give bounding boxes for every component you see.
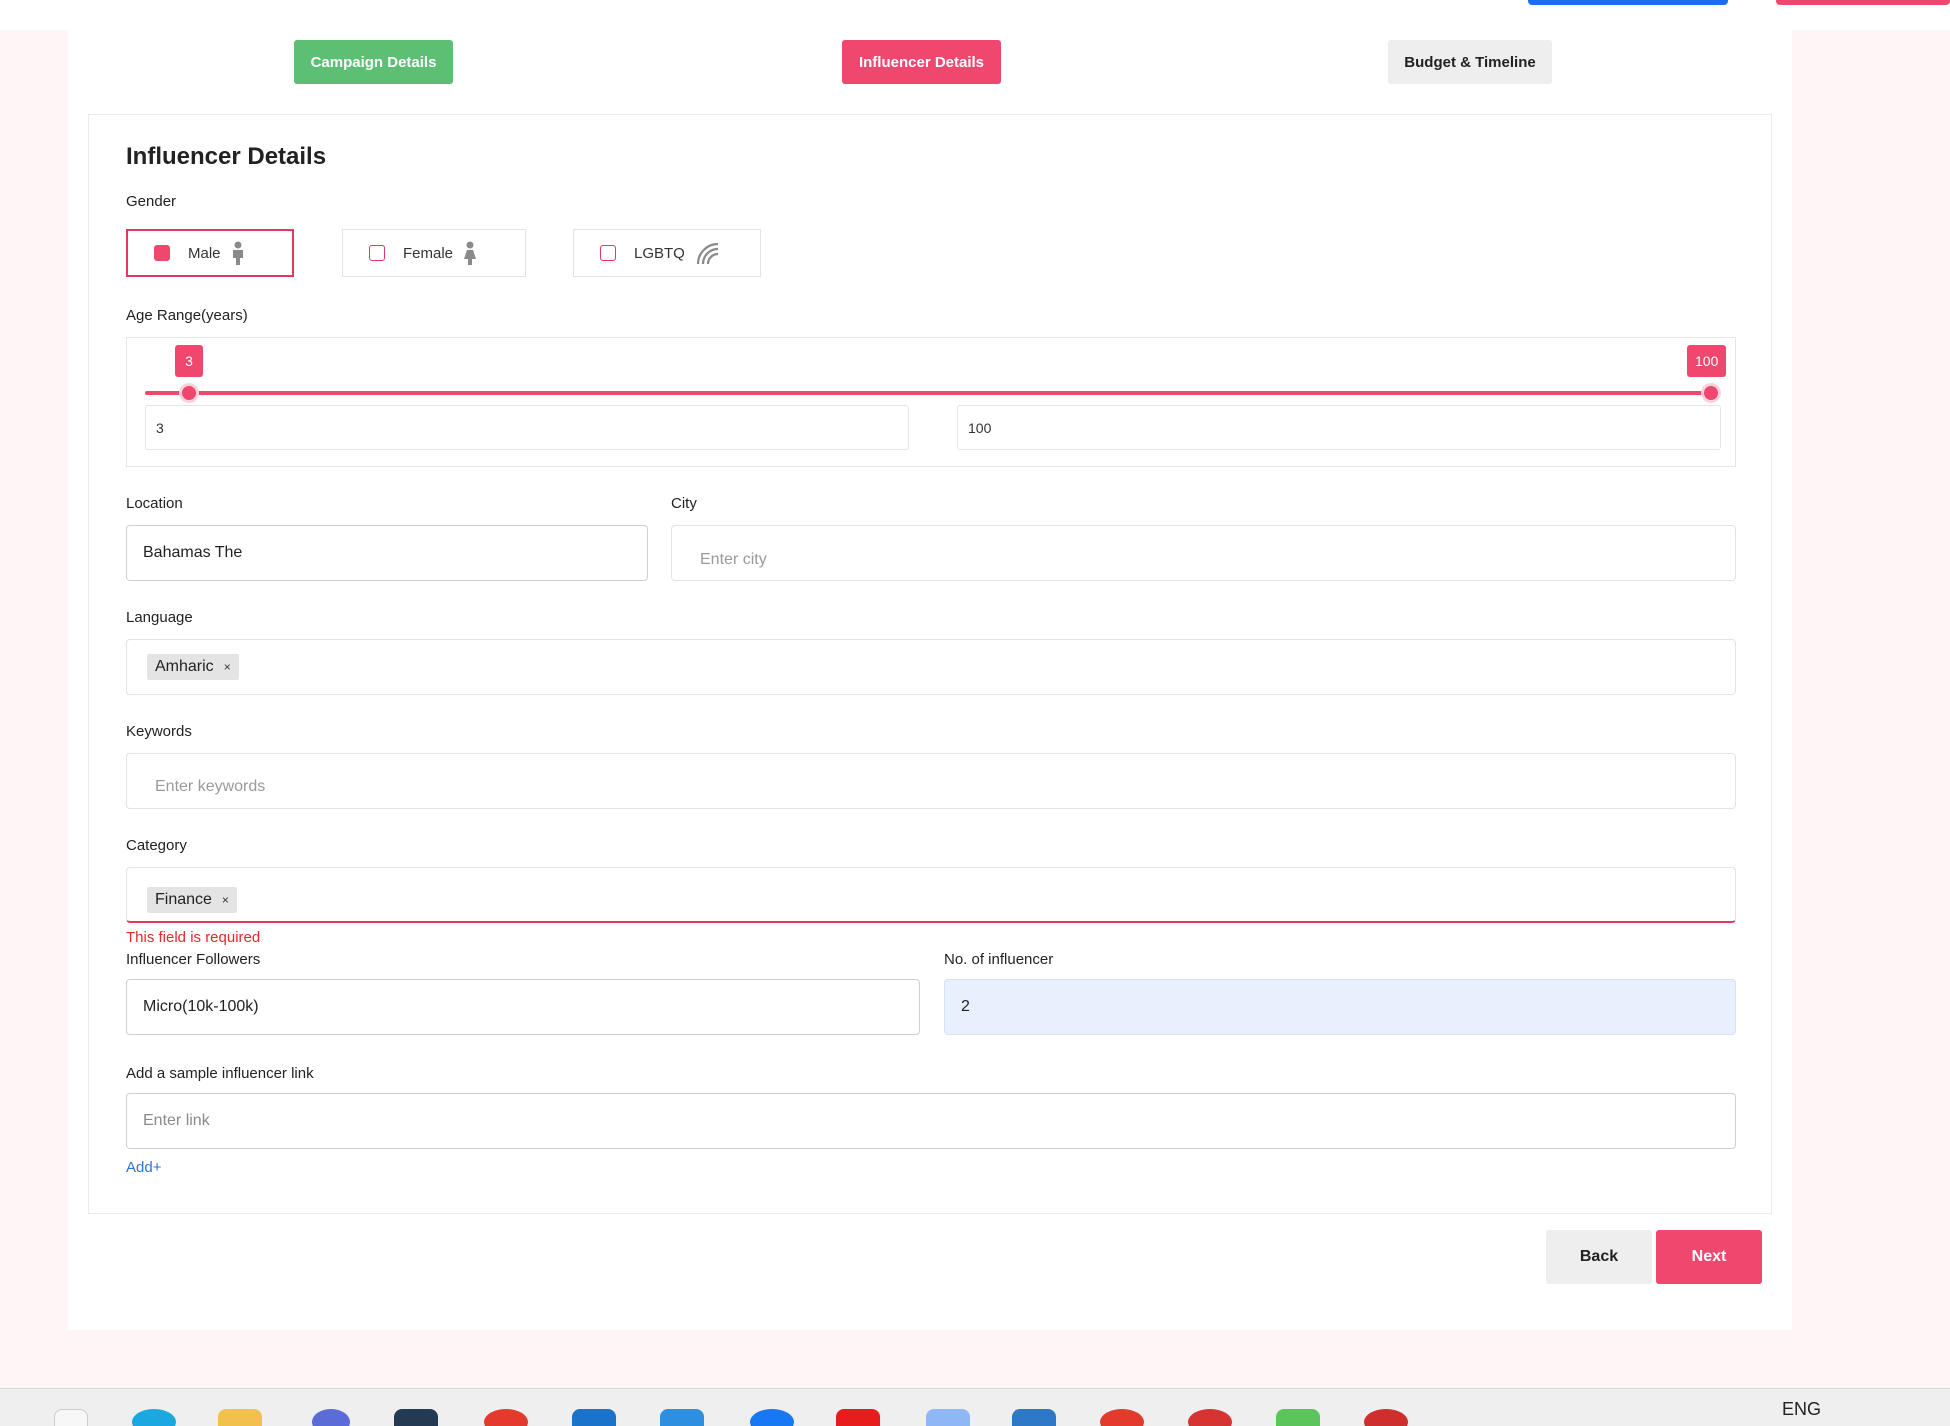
age-range-slider: 3 100 3 100	[126, 337, 1736, 467]
followers-label: Influencer Followers	[126, 951, 261, 968]
city-input[interactable]: Enter city	[671, 525, 1736, 581]
min-slider-handle[interactable]	[179, 383, 199, 403]
gender-label: Gender	[126, 193, 177, 210]
app-lightblue-icon[interactable]	[926, 1409, 970, 1426]
keywords-label: Keywords	[126, 723, 192, 740]
os-taskbar: ENG	[0, 1388, 1950, 1426]
top-pink-button-edge[interactable]	[1776, 0, 1950, 5]
file-explorer-icon[interactable]	[218, 1409, 262, 1426]
language-label: Language	[126, 609, 193, 626]
location-label: Location	[126, 495, 183, 512]
back-button[interactable]: Back	[1546, 1230, 1652, 1284]
lgbtq-checkbox[interactable]	[600, 245, 616, 261]
gender-option-lgbtq[interactable]: LGBTQ	[573, 229, 761, 277]
step-influencer-details[interactable]: Influencer Details	[842, 40, 1001, 84]
num-influencer-label: No. of influencer	[944, 951, 1054, 968]
slider-track-fill	[145, 391, 1717, 395]
gender-option-female[interactable]: Female	[342, 229, 526, 277]
language-indicator[interactable]: ENG	[1782, 1399, 1821, 1420]
language-chip: Amharic ×	[147, 654, 239, 680]
gender-option-label: Female	[403, 244, 454, 262]
facebook-icon[interactable]	[750, 1409, 794, 1426]
top-bar	[0, 0, 1950, 30]
followers-select[interactable]: Micro(10k-100k)	[126, 979, 920, 1035]
age-min-input[interactable]: 3	[145, 405, 909, 450]
rainbow-icon	[695, 241, 721, 265]
calendar-icon[interactable]	[1012, 1409, 1056, 1426]
youtube-icon[interactable]	[836, 1409, 880, 1426]
slider-track[interactable]	[145, 391, 1717, 395]
chip-label: Amharic	[155, 658, 214, 675]
chrome-profile-icon-2[interactable]	[1188, 1409, 1232, 1426]
age-max-input[interactable]: 100	[957, 405, 1721, 450]
app-blue-icon[interactable]	[660, 1409, 704, 1426]
influencer-details-panel: Influencer Details Gender Male Female LG…	[88, 114, 1772, 1214]
max-value-bubble: 100	[1687, 345, 1727, 377]
chip-label: Finance	[155, 890, 212, 908]
keywords-input[interactable]: Enter keywords	[126, 753, 1736, 809]
sample-link-label: Add a sample influencer link	[126, 1065, 314, 1082]
gender-option-label: Male	[188, 244, 221, 262]
campaign-form-card: Campaign Details Influencer Details Budg…	[68, 30, 1792, 1330]
female-person-icon	[463, 241, 477, 265]
location-select[interactable]: Bahamas The	[126, 525, 648, 581]
min-value-bubble: 3	[175, 345, 203, 377]
step-budget-timeline[interactable]: Budget & Timeline	[1388, 40, 1552, 84]
chrome-profile-icon-3[interactable]	[1364, 1409, 1408, 1426]
next-button[interactable]: Next	[1656, 1230, 1762, 1284]
top-blue-button-edge[interactable]	[1528, 0, 1728, 5]
store-icon[interactable]	[572, 1409, 616, 1426]
language-multiselect[interactable]: Amharic ×	[126, 639, 1736, 695]
category-label: Category	[126, 837, 187, 854]
max-slider-handle[interactable]	[1701, 383, 1721, 403]
gender-option-male[interactable]: Male	[126, 229, 294, 277]
male-person-icon	[231, 241, 245, 265]
step-campaign-details[interactable]: Campaign Details	[294, 40, 453, 84]
chip-remove-icon[interactable]: ×	[224, 660, 231, 674]
female-checkbox[interactable]	[369, 245, 385, 261]
gender-option-label: LGBTQ	[634, 244, 685, 262]
num-influencer-input[interactable]: 2	[944, 979, 1736, 1035]
chrome-profile-icon[interactable]	[1100, 1409, 1144, 1426]
male-checkbox[interactable]	[154, 245, 170, 261]
panel-title: Influencer Details	[126, 143, 327, 170]
sample-link-input[interactable]: Enter link	[126, 1093, 1736, 1149]
age-range-label: Age Range(years)	[126, 307, 248, 324]
app-icon[interactable]	[394, 1409, 438, 1426]
app-green-icon[interactable]	[1276, 1409, 1320, 1426]
start-icon[interactable]	[54, 1409, 88, 1426]
category-multiselect[interactable]: Finance ×	[126, 867, 1736, 923]
teams-icon[interactable]	[312, 1409, 350, 1426]
category-error-message: This field is required	[126, 929, 261, 946]
add-link-button[interactable]: Add+	[126, 1159, 161, 1176]
category-chip: Finance ×	[147, 886, 237, 913]
edge-browser-icon[interactable]	[132, 1409, 176, 1426]
city-label: City	[671, 495, 697, 512]
app-red-icon[interactable]	[484, 1409, 528, 1426]
chip-remove-icon[interactable]: ×	[222, 893, 229, 907]
